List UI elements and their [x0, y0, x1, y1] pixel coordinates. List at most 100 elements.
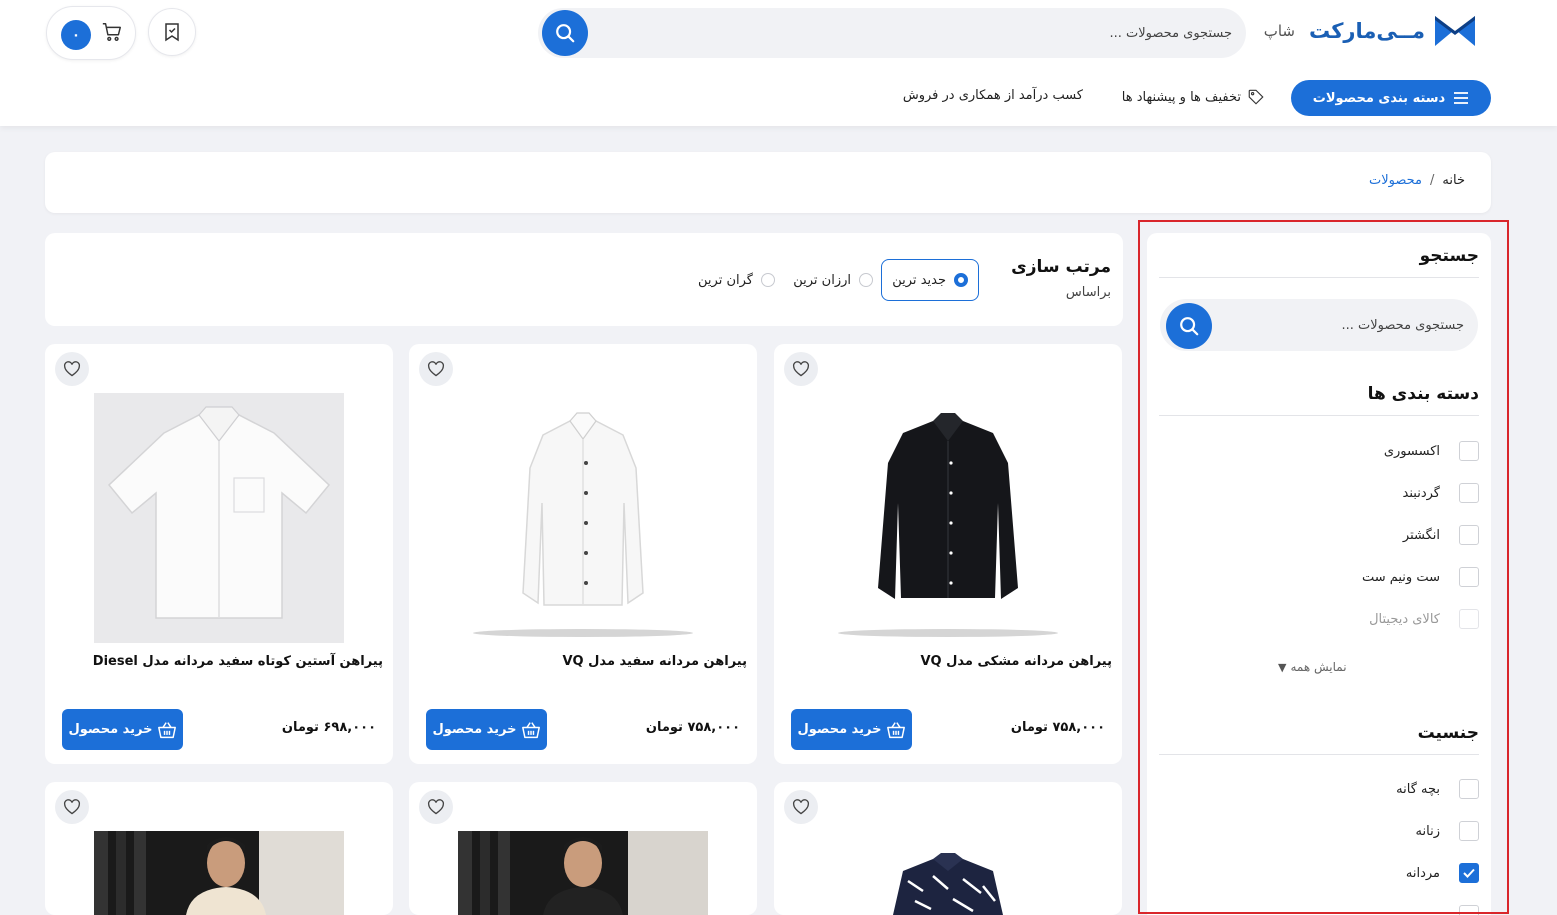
checkbox[interactable]: [1459, 821, 1479, 841]
cart-count-badge: ۰: [61, 20, 91, 50]
nav-discounts-label: تخفیف ها و پیشنهاد ها: [1121, 89, 1241, 105]
sidebar-search: [1160, 299, 1478, 351]
gender-checkbox[interactable]: مردانه: [1159, 861, 1479, 885]
checkbox[interactable]: [1459, 609, 1479, 629]
checkbox[interactable]: [1459, 567, 1479, 587]
category-checkbox[interactable]: کالای دیجیتال: [1159, 607, 1479, 631]
category-checkbox[interactable]: گردنبند: [1159, 481, 1479, 505]
gender-label: مردانه: [1405, 865, 1440, 881]
product-price: ۶۹۸,۰۰۰ تومان: [281, 720, 376, 735]
buy-button-label: خرید محصول: [68, 722, 153, 737]
wishlist-toggle[interactable]: [55, 790, 89, 824]
logo-icon: [1435, 16, 1475, 46]
checkbox-checked[interactable]: [1459, 863, 1479, 883]
gender-filter-title: جنسیت: [1417, 723, 1479, 743]
breadcrumb-home[interactable]: خانه: [1442, 173, 1465, 188]
sort-option-priciest[interactable]: گران ترین: [698, 259, 775, 301]
divider: [1159, 754, 1479, 755]
product-image[interactable]: [823, 393, 1073, 643]
divider: [1159, 415, 1479, 416]
sort-subtitle: براساس: [1065, 285, 1111, 300]
product-card[interactable]: [45, 782, 393, 915]
radio[interactable]: [859, 273, 873, 287]
product-card[interactable]: [774, 782, 1122, 915]
product-image[interactable]: [94, 393, 344, 643]
sidebar-search-input[interactable]: [1224, 299, 1464, 351]
checkbox[interactable]: [1459, 483, 1479, 503]
checkbox[interactable]: [1459, 779, 1479, 799]
heart-icon: [793, 799, 809, 815]
cart-icon: [102, 23, 121, 41]
breadcrumb-separator: /: [1430, 173, 1435, 188]
search-filter-title: جستجو: [1419, 246, 1479, 266]
heart-icon: [428, 361, 444, 377]
category-checkbox[interactable]: ست ونیم ست: [1159, 565, 1479, 589]
basket-icon: [157, 721, 176, 738]
nav-discounts[interactable]: تخفیف ها و پیشنهاد ها: [1122, 88, 1265, 106]
product-card[interactable]: پیراهن آستین کوتاه سفید مردانه مدل Diese…: [45, 344, 393, 764]
product-image[interactable]: [458, 831, 708, 915]
buy-button-label: خرید محصول: [432, 722, 517, 737]
gender-checkbox[interactable]: بچه گانه: [1159, 777, 1479, 801]
product-name[interactable]: پیراهن آستین کوتاه سفید مردانه مدل Diese…: [93, 654, 383, 669]
header-search-button[interactable]: [542, 10, 588, 56]
product-image[interactable]: [94, 831, 344, 915]
product-card[interactable]: پیراهن مردانه سفید مدل VQ ۷۵۸,۰۰۰ تومان …: [409, 344, 757, 764]
product-card[interactable]: [409, 782, 757, 915]
radio[interactable]: [761, 273, 775, 287]
category-label: کالای دیجیتال: [1369, 611, 1440, 627]
divider: [1159, 277, 1479, 278]
wishlist-toggle[interactable]: [419, 352, 453, 386]
wishlist-toggle[interactable]: [419, 790, 453, 824]
categories-button[interactable]: دسته بندی محصولات: [1291, 80, 1491, 116]
gender-label: بچه گانه: [1396, 781, 1440, 797]
brand-logo[interactable]: مــی‌مارکت شاپ: [1264, 14, 1477, 48]
sort-bar: مرتب سازی براساس جدید ترین ارزان ترین گر…: [45, 233, 1123, 326]
checkbox[interactable]: [1459, 905, 1479, 915]
sort-option-newest[interactable]: جدید ترین: [881, 259, 979, 301]
sidebar-search-button[interactable]: [1166, 303, 1212, 349]
product-image[interactable]: [823, 831, 1073, 915]
product-card[interactable]: پیراهن مردانه مشکی مدل VQ ۷۵۸,۰۰۰ تومان …: [774, 344, 1122, 764]
buy-button[interactable]: خرید محصول: [62, 709, 183, 750]
header-search-input[interactable]: [632, 8, 1232, 58]
check-icon: [1463, 868, 1475, 878]
show-all-categories[interactable]: نمایش همه ▼: [1278, 660, 1347, 674]
wishlist-toggle[interactable]: [55, 352, 89, 386]
show-all-label: نمایش همه: [1290, 660, 1347, 674]
header-search: [538, 8, 1246, 58]
gender-checkbox[interactable]: زنانه: [1159, 819, 1479, 843]
brand-sub: شاپ: [1263, 22, 1295, 40]
product-name[interactable]: پیراهن مردانه مشکی مدل VQ: [920, 654, 1112, 669]
search-icon: [1180, 317, 1199, 336]
checkbox[interactable]: [1459, 525, 1479, 545]
product-name[interactable]: پیراهن مردانه سفید مدل VQ: [563, 654, 748, 669]
product-image[interactable]: [458, 393, 708, 643]
category-label: انگشتر: [1402, 527, 1440, 543]
product-price: ۷۵۸,۰۰۰ تومان: [1010, 720, 1105, 735]
category-checkbox[interactable]: انگشتر: [1159, 523, 1479, 547]
caret-down-icon: ▼: [1278, 660, 1287, 674]
sort-option-cheapest[interactable]: ارزان ترین: [793, 259, 873, 301]
wishlist-button[interactable]: [148, 8, 196, 56]
sort-option-label: جدید ترین: [892, 272, 946, 288]
site-header: مــی‌مارکت شاپ ۰ دسته بندی محصولات تخفیف…: [0, 0, 1557, 126]
category-label: ست ونیم ست: [1361, 569, 1440, 585]
gender-label: زنانه: [1415, 823, 1440, 839]
heart-icon: [428, 799, 444, 815]
breadcrumb-current[interactable]: محصولات: [1369, 173, 1422, 188]
heart-icon: [64, 361, 80, 377]
gender-checkbox[interactable]: [1159, 903, 1479, 915]
checkbox[interactable]: [1459, 441, 1479, 461]
breadcrumb: خانه / محصولات: [1369, 173, 1465, 188]
wishlist-toggle[interactable]: [784, 790, 818, 824]
category-checkbox[interactable]: اکسسوری: [1159, 439, 1479, 463]
radio-selected[interactable]: [954, 273, 968, 287]
buy-button-label: خرید محصول: [797, 722, 882, 737]
cart-button[interactable]: ۰: [46, 6, 136, 60]
buy-button[interactable]: خرید محصول: [791, 709, 912, 750]
wishlist-toggle[interactable]: [784, 352, 818, 386]
category-label: اکسسوری: [1383, 443, 1440, 459]
nav-affiliate[interactable]: کسب درآمد از همکاری در فروش: [903, 88, 1083, 103]
buy-button[interactable]: خرید محصول: [426, 709, 547, 750]
